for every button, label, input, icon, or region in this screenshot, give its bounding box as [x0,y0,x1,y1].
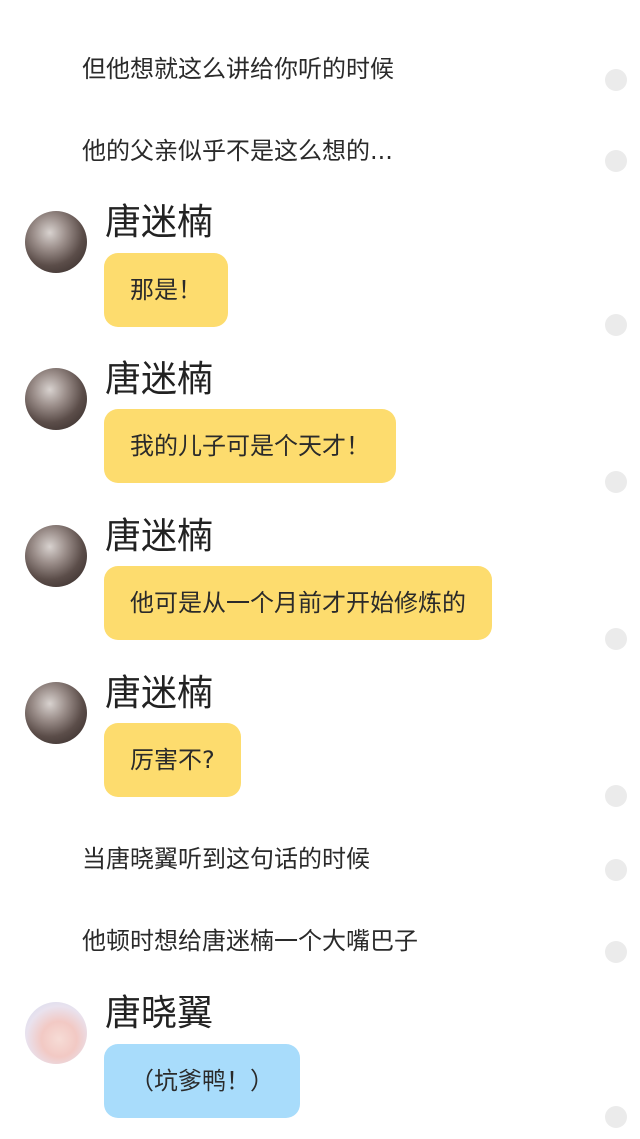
avatar-dark-icon[interactable] [25,525,87,587]
narration-text: 当唐晓翼听到这句话的时候 [82,845,370,873]
avatar-dark-icon[interactable] [25,211,87,273]
comment-dot[interactable] [605,1106,627,1128]
speaker-name: 唐迷楠 [105,359,214,400]
comment-dot[interactable] [605,859,627,881]
comment-dot[interactable] [605,314,627,336]
avatar-dark-icon[interactable] [25,368,87,430]
speaker-name: 唐迷楠 [105,202,214,243]
message-bubble[interactable]: 他可是从一个月前才开始修炼的 [104,566,492,640]
comment-dot[interactable] [605,150,627,172]
narration-text: 但他想就这么讲给你听的时候 [82,55,394,83]
message-bubble[interactable]: 我的儿子可是个天才！ [104,409,396,483]
avatar-dark-icon[interactable] [25,682,87,744]
comment-dot[interactable] [605,471,627,493]
comment-dot[interactable] [605,69,627,91]
narration-text: 他的父亲似乎不是这么想的... [82,137,393,165]
speaker-name: 唐迷楠 [105,516,214,557]
comment-dot[interactable] [605,628,627,650]
speaker-name: 唐晓翼 [105,993,214,1034]
message-bubble[interactable]: 那是！ [104,253,228,327]
narration-text: 他顿时想给唐迷楠一个大嘴巴子 [82,927,418,955]
comment-dot[interactable] [605,941,627,963]
message-bubble[interactable]: （坑爹鸭！） [104,1044,300,1118]
message-bubble[interactable]: 厉害不? [104,723,241,797]
speaker-name: 唐迷楠 [105,673,214,714]
avatar-light-icon[interactable] [25,1002,87,1064]
comment-dot[interactable] [605,785,627,807]
